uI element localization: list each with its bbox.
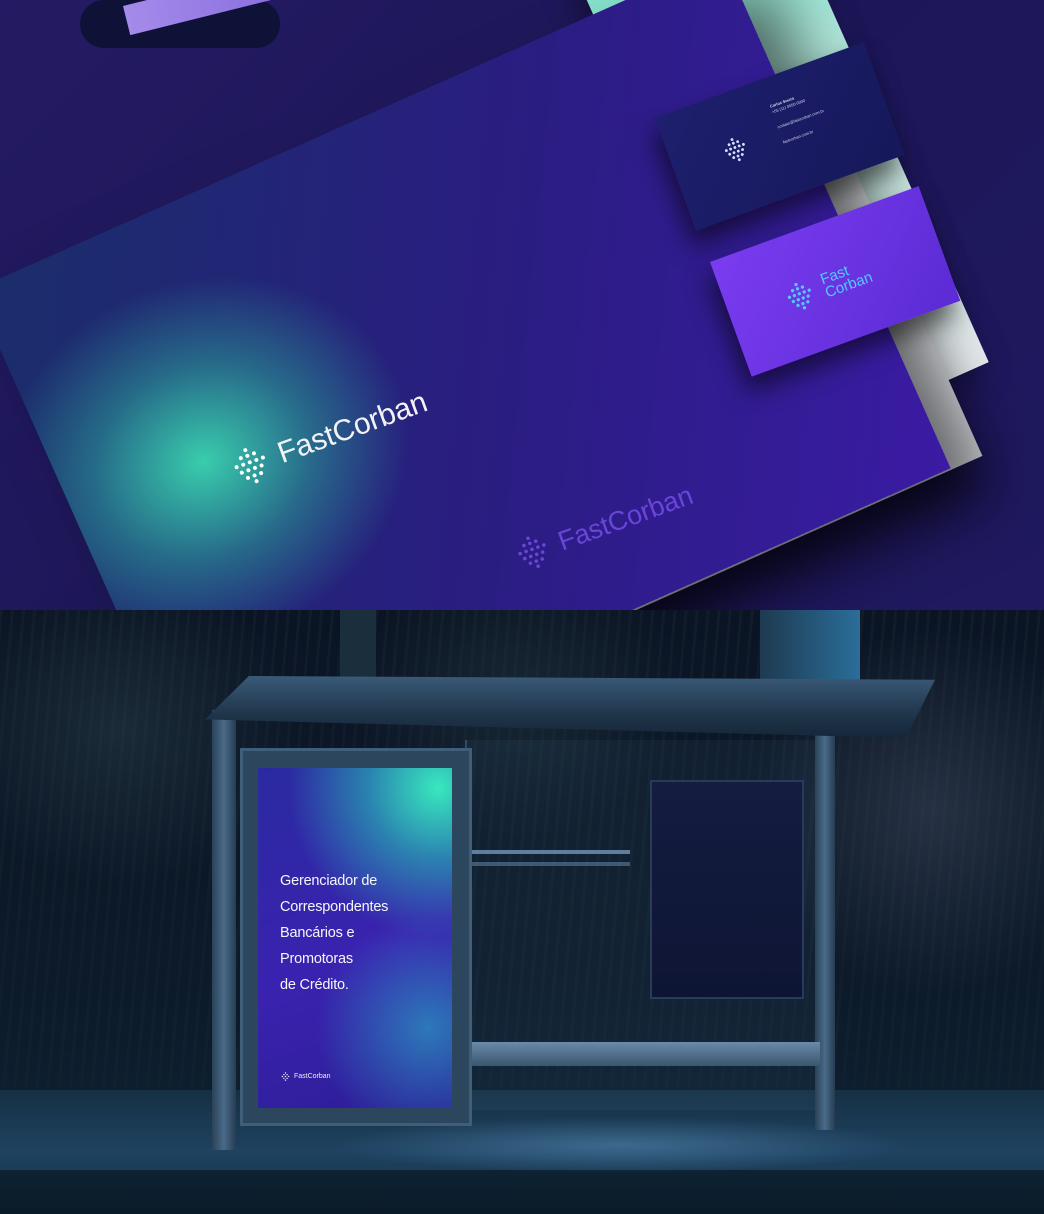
brand-mark-icon: [281, 1072, 290, 1081]
poster-line: Promotoras: [280, 951, 353, 967]
dark-ad-panel: [650, 780, 804, 999]
glass-rail: [465, 850, 630, 854]
poster-line: de Crédito.: [280, 977, 349, 993]
poster-logo-text: FastCorban: [294, 1073, 331, 1080]
shelter-bench: [468, 1042, 820, 1066]
card-contact-block: Carlos Souza +55 (11) 0000-0000 contato@…: [769, 87, 830, 145]
poster-line: Correspondentes: [280, 899, 389, 915]
bus-stop-scene: Gerenciador de Correspondentes Bancários…: [0, 610, 1044, 1214]
shelter-post-left: [212, 710, 236, 1150]
poster-line: Bancários e: [280, 925, 355, 941]
glass-rail-lower: [465, 862, 630, 866]
poster-headline: Gerenciador de Correspondentes Bancários…: [280, 868, 440, 998]
brand-mockup-collage: FastCorban FastCorban Carlos Souza +55 (…: [0, 0, 1044, 1214]
brand-mark-icon: [724, 138, 745, 162]
poster-logo: FastCorban: [281, 1072, 331, 1081]
shelter-post-right: [815, 730, 835, 1130]
poster-line: Gerenciador de: [280, 873, 378, 889]
stationery-mockup: FastCorban FastCorban Carlos Souza +55 (…: [0, 0, 1044, 610]
